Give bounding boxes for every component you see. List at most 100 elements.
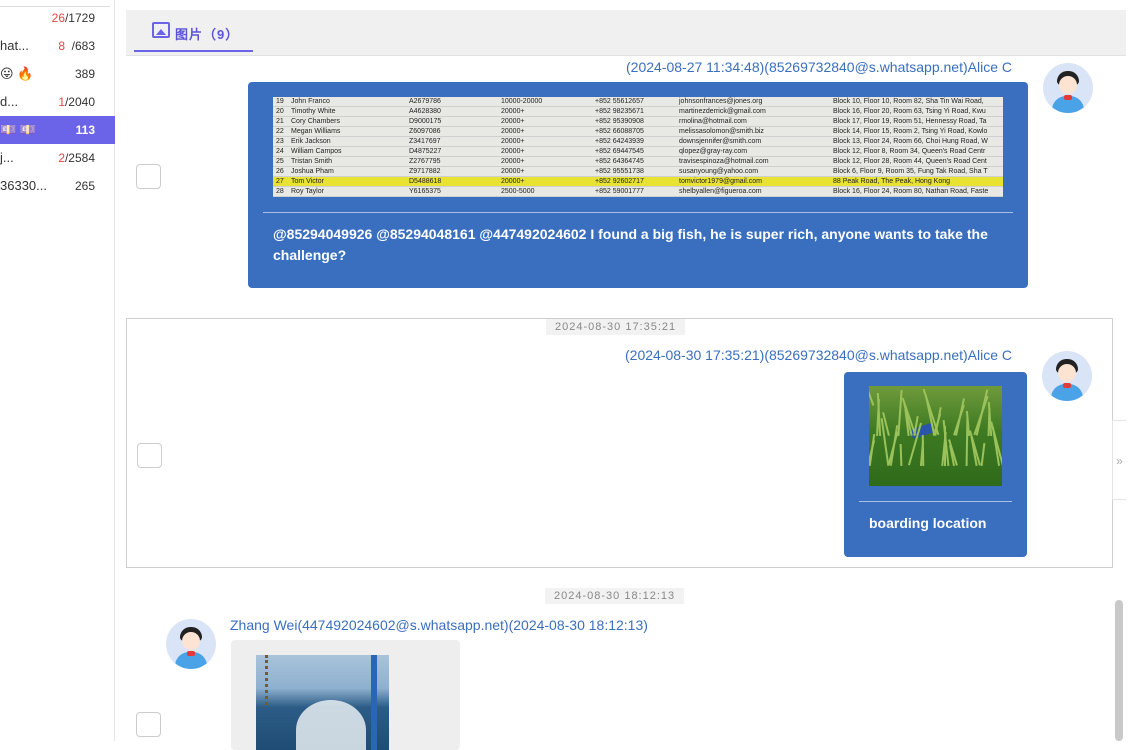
spreadsheet-cell: D9000175: [409, 118, 442, 125]
spreadsheet-cell: 2500-5000: [501, 188, 535, 195]
message-bubble: boarding location: [844, 372, 1027, 557]
spreadsheet-cell: downsjennifer@smith.com: [679, 138, 762, 145]
chat-list-item[interactable]: 26 /1729: [0, 4, 115, 32]
spreadsheet-cell: 20000+: [501, 138, 525, 145]
spreadsheet-cell: 24: [276, 148, 284, 155]
spreadsheet-row: 21 Cory Chambers D9000175 20000+ +852 953909…: [273, 117, 1003, 127]
message-bubble: [231, 640, 460, 750]
spreadsheet-cell: +852 59001777: [595, 188, 644, 195]
spreadsheet-cell: 20000+: [501, 178, 525, 185]
timestamp-chip: 2024-08-30 17:35:21: [546, 319, 686, 335]
spreadsheet-cell: travisespinoza@hotmail.com: [679, 158, 769, 165]
spreadsheet-cell: +852 95390908: [595, 118, 644, 125]
spreadsheet-cell: John Franco: [291, 98, 330, 105]
spreadsheet-cell: Z3417697: [409, 138, 441, 145]
message-text: boarding location: [869, 515, 987, 531]
message-sender: (2024-08-27 11:34:48)(85269732840@s.what…: [626, 59, 1012, 75]
spreadsheet-cell: Timothy White: [291, 108, 336, 115]
chat-panel: 图片（9） (2024-08-27 11:34:48)(85269732840@…: [126, 0, 1126, 750]
spreadsheet-cell: shelbyallen@figueroa.com: [679, 188, 762, 195]
spreadsheet-cell: 27: [276, 178, 284, 185]
spreadsheet-cell: rmolina@hotmail.com: [679, 118, 747, 125]
spreadsheet-cell: Block 12, Floor 28, Room 44, Queen's Roa…: [833, 158, 987, 165]
timestamp-chip: 2024-08-30 18:12:13: [545, 588, 685, 604]
message-text: @85294049926 @85294048161 @447492024602 …: [273, 226, 988, 263]
spreadsheet-cell: Joshua Pham: [291, 168, 334, 175]
message-count: /1729: [64, 11, 95, 25]
spreadsheet-cell: A2679786: [409, 98, 441, 105]
spreadsheet-cell: William Campos: [291, 148, 342, 155]
spreadsheet-cell: 19: [276, 98, 284, 105]
spreadsheet-cell: 20000+: [501, 168, 525, 175]
avatar: [1043, 63, 1093, 113]
spreadsheet-cell: susanyoung@yahoo.com: [679, 168, 759, 175]
spreadsheet-cell: melissasolomon@smith.biz: [679, 128, 764, 135]
chat-name: 💷 💷 ...: [0, 122, 36, 137]
spreadsheet-cell: 20: [276, 108, 284, 115]
select-message-checkbox[interactable]: [136, 164, 161, 189]
tab-bar: 图片（9）: [126, 10, 1126, 56]
message-count: /683: [71, 39, 95, 53]
message-count: 113: [75, 123, 95, 137]
spreadsheet-cell: 22: [276, 128, 284, 135]
spreadsheet-cell: 25: [276, 158, 284, 165]
spreadsheet-cell: D5488618: [409, 178, 442, 185]
message-sender: (2024-08-30 17:35:21)(85269732840@s.what…: [625, 347, 1013, 363]
spreadsheet-cell: 21: [276, 118, 284, 125]
divider: [859, 501, 1012, 502]
spreadsheet-cell: qlopez@gray-ray.com: [679, 148, 748, 155]
message-count: /2040: [64, 95, 95, 109]
chat-list-item[interactable]: d... 1 /2040: [0, 88, 115, 116]
spreadsheet-cell: Block 10, Floor 10, Room 82, Sha Tin Wai…: [833, 98, 984, 105]
chat-list-item-active[interactable]: 💷 💷 ... 113: [0, 116, 115, 144]
spreadsheet-row: 27 Tom Victor D5488618 20000+ +852 92602717 t…: [273, 177, 1003, 187]
spreadsheet-cell: +852 69447545: [595, 148, 644, 155]
spreadsheet-cell: 23: [276, 138, 284, 145]
spreadsheet-cell: 20000+: [501, 108, 525, 115]
spreadsheet-cell: D4875227: [409, 148, 442, 155]
chat-name: j...: [0, 150, 14, 165]
chat-list-item[interactable]: 36330... 265: [0, 172, 115, 200]
chat-list-item[interactable]: hat... 8 /683: [0, 32, 115, 60]
spreadsheet-cell: Z9717882: [409, 168, 441, 175]
spreadsheet-cell: Block 17, Floor 19, Room 51, Hennessy Ro…: [833, 118, 987, 125]
chat-name: hat...: [0, 38, 29, 53]
select-message-checkbox[interactable]: [136, 712, 161, 737]
spreadsheet-cell: Block 6, Floor 9, Room 35, Fung Tak Road…: [833, 168, 988, 175]
spreadsheet-row: 25 Tristan Smith Z2767795 20000+ +852 643647…: [273, 157, 1003, 167]
spreadsheet-cell: Megan Williams: [291, 128, 341, 135]
tab-label: 图片（9）: [175, 27, 240, 42]
photo-thumbnail[interactable]: [869, 386, 1002, 486]
spreadsheet-cell: Block 14, Floor 15, Room 2, Tsing Yi Roa…: [833, 128, 988, 135]
spreadsheet-cell: Block 16, Floor 20, Room 63, Tsing Yi Ro…: [833, 108, 986, 115]
chat-name: d...: [0, 94, 19, 109]
spreadsheet-cell: johnsonfrances@jones.org: [679, 98, 763, 105]
collapse-panel-handle[interactable]: »: [1112, 420, 1126, 500]
spreadsheet-row: 22 Megan Williams Z6097086 20000+ +852 66088…: [273, 127, 1003, 137]
spreadsheet-cell: +852 64364745: [595, 158, 644, 165]
spreadsheet-cell: Z2767795: [409, 158, 441, 165]
spreadsheet-cell: +852 98235671: [595, 108, 644, 115]
spreadsheet-cell: Y6165375: [409, 188, 441, 195]
spreadsheet-cell: tomvictor1979@gmail.com: [679, 178, 762, 185]
spreadsheet-cell: +852 64243939: [595, 138, 644, 145]
select-message-checkbox[interactable]: [137, 443, 162, 468]
tab-images[interactable]: 图片（9）: [134, 20, 253, 52]
chat-list-item[interactable]: j... 2 /2584: [0, 144, 115, 172]
spreadsheet-cell: 28: [276, 188, 284, 195]
spreadsheet-cell: Cory Chambers: [291, 118, 341, 125]
spreadsheet-cell: Tristan Smith: [291, 158, 332, 165]
spreadsheet-cell: 20000+: [501, 118, 525, 125]
spreadsheet-cell: Roy Taylor: [291, 188, 324, 195]
spreadsheet-row: 19 John Franco A2679786 10000-20000 +852 556…: [273, 97, 1003, 107]
chat-list-item[interactable]: 😛 🔥 R... 389: [0, 60, 115, 88]
spreadsheet-row: 26 Joshua Pham Z9717882 20000+ +852 95551738…: [273, 167, 1003, 177]
spreadsheet-cell: +852 55612657: [595, 98, 644, 105]
scrollbar[interactable]: [1115, 600, 1123, 741]
image-icon: [152, 22, 170, 38]
chat-name: 😛 🔥 R...: [0, 66, 36, 81]
avatar: [166, 619, 216, 669]
photo-thumbnail[interactable]: [256, 655, 389, 750]
spreadsheet-image[interactable]: 19 John Franco A2679786 10000-20000 +852 556…: [273, 97, 1003, 197]
spreadsheet-cell: +852 95551738: [595, 168, 644, 175]
